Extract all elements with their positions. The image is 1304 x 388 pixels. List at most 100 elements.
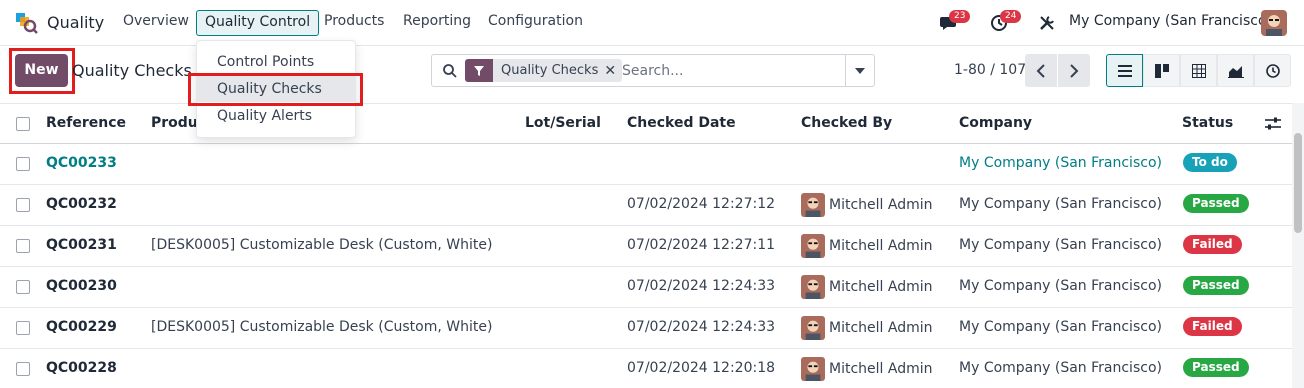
page-title: Quality Checks [72, 61, 192, 80]
menu-products[interactable]: Products [324, 13, 384, 29]
pager-value[interactable]: 1-80 / 107 [954, 62, 1026, 78]
user-avatar[interactable] [1261, 10, 1287, 36]
pager-next-button[interactable] [1058, 54, 1090, 87]
row-checkbox[interactable] [16, 362, 30, 376]
graph-view-button[interactable] [1217, 54, 1254, 87]
table-row[interactable]: QC00230 07/02/2024 12:24:33 Mitchell Admin… [0, 267, 1292, 308]
table-scrollbar[interactable] [1292, 103, 1304, 388]
table-row[interactable]: QC00229 [DESK0005] Customizable Desk (Cus… [0, 308, 1292, 349]
status-badge: Passed [1183, 276, 1249, 295]
optional-columns-icon[interactable] [1265, 117, 1281, 131]
column-header-checked-date[interactable]: Checked Date [627, 115, 736, 131]
activity-view-icon [1265, 63, 1280, 78]
column-header-status[interactable]: Status [1182, 115, 1233, 131]
annotation-highlight-new [9, 48, 75, 94]
cell-checked-by: Mitchell Admin [829, 361, 933, 377]
checked-by-avatar [801, 316, 825, 340]
checked-by-avatar [801, 275, 825, 299]
search-bar[interactable]: Quality Checks ✕ [431, 54, 875, 87]
cell-checked-date: 07/02/2024 12:27:12 [627, 196, 776, 212]
status-badge: Failed [1183, 317, 1242, 336]
cell-product: [DESK0005] Customizable Desk (Custom, Wh… [151, 319, 493, 335]
cell-company: My Company (San Francisco) [959, 319, 1162, 335]
chevron-right-icon [1070, 63, 1079, 78]
cell-company: My Company (San Francisco) [959, 360, 1162, 376]
app-name[interactable]: Quality [47, 13, 104, 32]
cell-company: My Company (San Francisco) [959, 155, 1162, 171]
menu-quality-control[interactable]: Quality Control [196, 10, 320, 36]
checked-by-avatar [801, 234, 825, 258]
cell-checked-date: 07/02/2024 12:20:18 [627, 360, 776, 376]
app-logo-icon[interactable] [14, 10, 38, 34]
column-header-lot-serial[interactable]: Lot/Serial [525, 115, 601, 131]
facet-remove-icon[interactable]: ✕ [604, 63, 622, 79]
cell-reference: QC00228 [46, 360, 117, 376]
cell-product: [DESK0005] Customizable Desk (Custom, Wh… [151, 237, 493, 253]
cell-reference: QC00229 [46, 319, 117, 335]
table-header: Reference Product Lot/Serial Checked Dat… [0, 103, 1292, 144]
list-view-button[interactable] [1106, 54, 1143, 87]
cell-company: My Company (San Francisco) [959, 278, 1162, 294]
pivot-view-button[interactable] [1180, 54, 1217, 87]
row-checkbox[interactable] [16, 239, 30, 253]
status-badge: Passed [1183, 358, 1249, 377]
row-checkbox[interactable] [16, 157, 30, 171]
dropdown-item-quality-alerts[interactable]: Quality Alerts [197, 102, 355, 129]
pager-previous-button[interactable] [1025, 54, 1057, 87]
annotation-highlight-quality-checks [188, 73, 363, 106]
dropdown-item-control-points[interactable]: Control Points [197, 48, 355, 75]
cell-checked-by: Mitchell Admin [829, 279, 933, 295]
column-header-reference[interactable]: Reference [46, 115, 126, 131]
list-view-icon [1117, 64, 1132, 77]
facet-label: Quality Checks [501, 63, 599, 78]
cell-checked-date: 07/02/2024 12:24:33 [627, 278, 776, 294]
table-row[interactable]: QC00231 [DESK0005] Customizable Desk (Cus… [0, 226, 1292, 267]
cell-reference: QC00233 [46, 155, 117, 171]
pivot-view-icon [1191, 63, 1206, 78]
messages-badge: 23 [949, 10, 971, 23]
menu-overview[interactable]: Overview [123, 13, 189, 29]
filter-icon [465, 59, 493, 82]
status-badge: To do [1183, 153, 1237, 172]
menu-configuration[interactable]: Configuration [488, 13, 583, 29]
filter-facet[interactable]: Quality Checks ✕ [465, 59, 623, 82]
status-badge: Failed [1183, 235, 1242, 254]
chevron-left-icon [1036, 63, 1045, 78]
top-navbar: Quality Overview Quality Control Product… [0, 0, 1304, 46]
activities-button[interactable]: 24 [989, 0, 1022, 46]
cell-checked-by: Mitchell Admin [829, 238, 933, 254]
cell-reference: QC00232 [46, 196, 117, 212]
cell-reference: QC00231 [46, 237, 117, 253]
search-icon [443, 64, 457, 78]
table-row[interactable]: QC00232 07/02/2024 12:27:12 Mitchell Admin… [0, 185, 1292, 226]
menu-reporting[interactable]: Reporting [403, 13, 471, 29]
status-badge: Passed [1183, 194, 1249, 213]
tools-icon[interactable] [1038, 14, 1056, 32]
kanban-view-button[interactable] [1143, 54, 1180, 87]
cell-reference: QC00230 [46, 278, 117, 294]
caret-down-icon [855, 67, 865, 74]
column-header-company[interactable]: Company [959, 115, 1032, 131]
search-input[interactable] [622, 60, 842, 82]
activity-view-button[interactable] [1254, 54, 1291, 87]
messages-button[interactable]: 23 [938, 0, 971, 46]
row-checkbox[interactable] [16, 321, 30, 335]
scrollbar-thumb[interactable] [1294, 133, 1302, 233]
company-switcher[interactable]: My Company (San Francisco) [1069, 13, 1272, 29]
table-row[interactable]: QC00228 07/02/2024 12:20:18 Mitchell Admin… [0, 349, 1292, 388]
checked-by-avatar [801, 193, 825, 217]
cell-checked-by: Mitchell Admin [829, 320, 933, 336]
graph-view-icon [1227, 65, 1244, 78]
row-checkbox[interactable] [16, 198, 30, 212]
column-header-checked-by[interactable]: Checked By [801, 115, 892, 131]
search-options-toggle[interactable] [845, 55, 874, 86]
activities-badge: 24 [1000, 10, 1022, 23]
cell-company: My Company (San Francisco) [959, 196, 1162, 212]
cell-checked-by: Mitchell Admin [829, 197, 933, 213]
row-checkbox[interactable] [16, 280, 30, 294]
table-row[interactable]: QC00233 My Company (San Francisco) To do [0, 144, 1292, 185]
cell-checked-date: 07/02/2024 12:24:33 [627, 319, 776, 335]
kanban-view-icon [1154, 63, 1169, 78]
cell-checked-date: 07/02/2024 12:27:11 [627, 237, 776, 253]
select-all-checkbox[interactable] [16, 117, 30, 131]
